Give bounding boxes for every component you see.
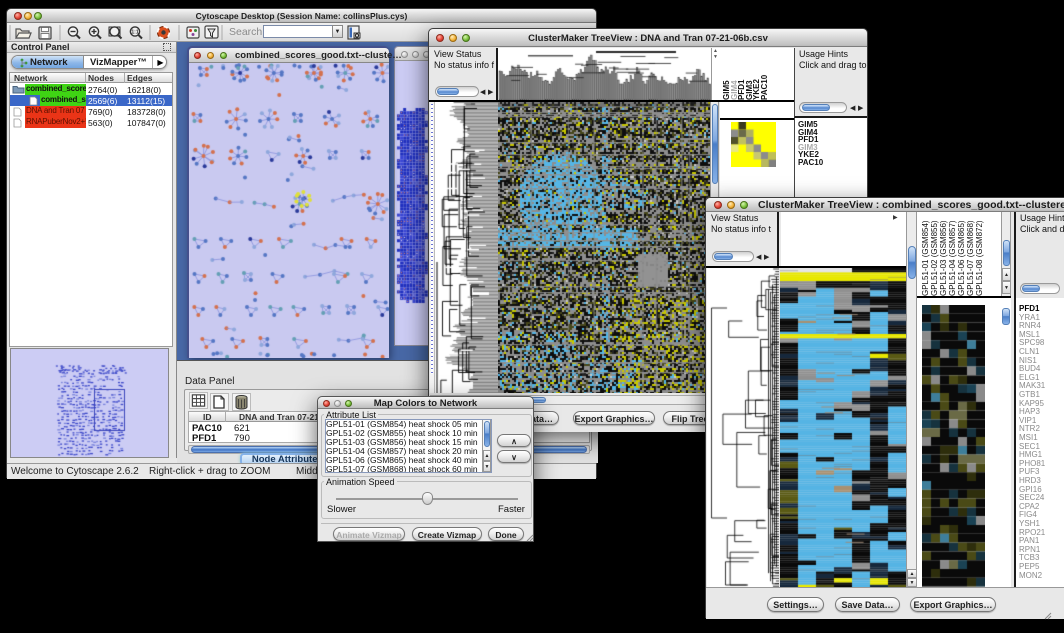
svg-text:1:1: 1:1 [131, 30, 138, 36]
